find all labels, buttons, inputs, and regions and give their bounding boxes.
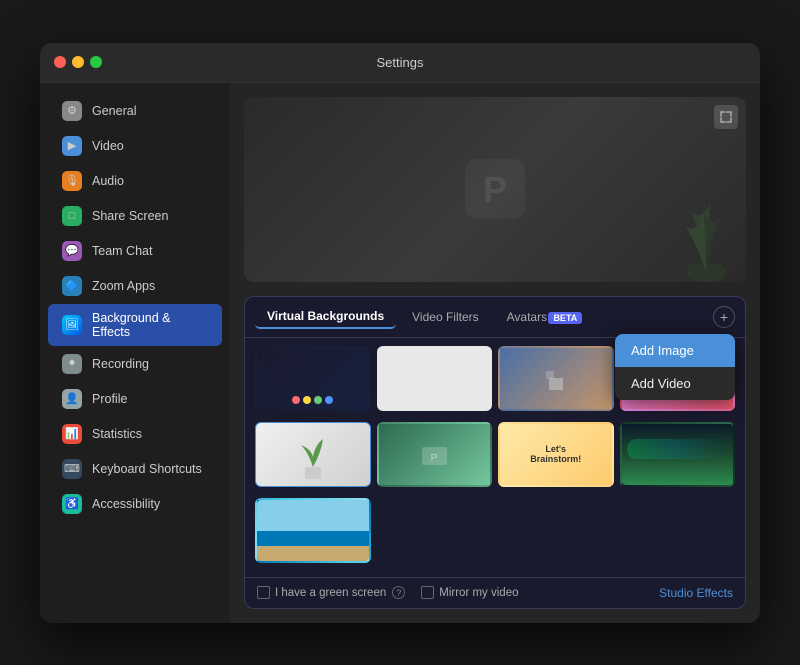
plant-decoration-icon bbox=[646, 152, 726, 282]
sidebar-label-background: Background & Effects bbox=[92, 311, 208, 339]
general-icon: ⚙ bbox=[62, 101, 82, 121]
content-area: ⚙ General ▶ Video 🎙 Audio □ Share Screen… bbox=[40, 83, 760, 623]
sidebar-label-keyboard: Keyboard Shortcuts bbox=[92, 462, 202, 476]
add-video-option[interactable]: Add Video bbox=[615, 367, 735, 400]
water bbox=[257, 531, 369, 546]
sidebar-label-profile: Profile bbox=[92, 392, 127, 406]
background-thumbnail-lets[interactable]: Let'sBrainstorm! bbox=[498, 422, 614, 487]
add-image-option[interactable]: Add Image bbox=[615, 334, 735, 367]
expand-icon bbox=[720, 111, 732, 123]
beta-badge: BETA bbox=[548, 312, 582, 324]
sidebar-label-audio: Audio bbox=[92, 174, 124, 188]
sidebar-label-statistics: Statistics bbox=[92, 427, 142, 441]
keyboard-icon: ⌨ bbox=[62, 459, 82, 479]
sidebar-label-accessibility: Accessibility bbox=[92, 497, 160, 511]
aurora-effect bbox=[627, 439, 729, 459]
mirror-video-checkbox-item[interactable]: Mirror my video bbox=[421, 586, 518, 599]
video-preview-inner: P bbox=[244, 97, 746, 282]
video-preview: P bbox=[244, 97, 746, 282]
team-chat-icon: 💬 bbox=[62, 241, 82, 261]
room-icon bbox=[541, 363, 571, 393]
tab-video-filters[interactable]: Video Filters bbox=[400, 306, 490, 328]
sky bbox=[257, 500, 369, 531]
sidebar-label-recording: Recording bbox=[92, 357, 149, 371]
sidebar-item-statistics[interactable]: 📊 Statistics bbox=[48, 417, 222, 451]
sidebar-label-team-chat: Team Chat bbox=[92, 244, 152, 258]
close-button[interactable] bbox=[54, 56, 66, 68]
mirror-video-checkbox[interactable] bbox=[421, 586, 434, 599]
studio-effects-button[interactable]: Studio Effects bbox=[659, 586, 733, 600]
maximize-button[interactable] bbox=[90, 56, 102, 68]
traffic-lights bbox=[54, 56, 102, 68]
green-screen-checkbox[interactable] bbox=[257, 586, 270, 599]
office-icon: P bbox=[417, 437, 452, 472]
background-thumbnail-room[interactable] bbox=[498, 346, 614, 411]
sidebar-item-general[interactable]: ⚙ General bbox=[48, 94, 222, 128]
minimize-button[interactable] bbox=[72, 56, 84, 68]
svg-text:P: P bbox=[483, 169, 507, 210]
recording-icon: ⏺ bbox=[62, 354, 82, 374]
zoom-logo-icon: P bbox=[460, 154, 530, 224]
add-background-button[interactable]: + bbox=[713, 306, 735, 328]
svg-text:P: P bbox=[430, 453, 437, 464]
video-icon: ▶ bbox=[62, 136, 82, 156]
lets-label: Let'sBrainstorm! bbox=[530, 444, 581, 464]
dot-red bbox=[292, 396, 300, 404]
statistics-icon: 📊 bbox=[62, 424, 82, 444]
colorful-dots bbox=[257, 396, 369, 404]
background-thumbnail-beach[interactable] bbox=[255, 498, 371, 563]
sidebar-item-share-screen[interactable]: □ Share Screen bbox=[48, 199, 222, 233]
mirror-video-label: Mirror my video bbox=[439, 587, 518, 599]
background-icon: 🖼 bbox=[62, 315, 82, 335]
sidebar: ⚙ General ▶ Video 🎙 Audio □ Share Screen… bbox=[40, 83, 230, 623]
sidebar-item-profile[interactable]: 👤 Profile bbox=[48, 382, 222, 416]
settings-window: Settings ⚙ General ▶ Video 🎙 Audio □ Sha… bbox=[40, 43, 760, 623]
tab-virtual-backgrounds[interactable]: Virtual Backgrounds bbox=[255, 305, 396, 329]
plant-thumb-icon bbox=[293, 427, 333, 482]
dot-green bbox=[314, 396, 322, 404]
add-dropdown-menu: Add Image Add Video bbox=[615, 334, 735, 400]
sidebar-item-keyboard[interactable]: ⌨ Keyboard Shortcuts bbox=[48, 452, 222, 486]
audio-icon: 🎙 bbox=[62, 171, 82, 191]
sidebar-label-video: Video bbox=[92, 139, 124, 153]
sand bbox=[257, 546, 369, 561]
bottom-controls: I have a green screen ? Mirror my video … bbox=[245, 577, 745, 608]
sidebar-item-accessibility[interactable]: ♿ Accessibility bbox=[48, 487, 222, 521]
background-thumbnail-plant[interactable] bbox=[255, 422, 371, 487]
background-thumbnail-aurora[interactable] bbox=[620, 422, 736, 487]
sidebar-item-video[interactable]: ▶ Video bbox=[48, 129, 222, 163]
dot-blue bbox=[325, 396, 333, 404]
dot-yellow bbox=[303, 396, 311, 404]
sidebar-item-team-chat[interactable]: 💬 Team Chat bbox=[48, 234, 222, 268]
green-screen-info-icon[interactable]: ? bbox=[392, 586, 405, 599]
avatars-label: Avatars bbox=[507, 310, 547, 324]
profile-icon: 👤 bbox=[62, 389, 82, 409]
expand-video-button[interactable] bbox=[714, 105, 738, 129]
sidebar-item-zoom-apps[interactable]: 🔷 Zoom Apps bbox=[48, 269, 222, 303]
tabs-header: Virtual Backgrounds Video Filters Avatar… bbox=[245, 297, 745, 338]
main-panel: P bbox=[230, 83, 760, 623]
tabs-panel: Virtual Backgrounds Video Filters Avatar… bbox=[244, 296, 746, 609]
background-thumbnail-green-office[interactable]: P bbox=[377, 422, 493, 487]
window-title: Settings bbox=[377, 55, 424, 70]
accessibility-icon: ♿ bbox=[62, 494, 82, 514]
green-screen-checkbox-item[interactable]: I have a green screen bbox=[257, 586, 386, 599]
sidebar-label-general: General bbox=[92, 104, 136, 118]
sidebar-item-audio[interactable]: 🎙 Audio bbox=[48, 164, 222, 198]
share-screen-icon: □ bbox=[62, 206, 82, 226]
sidebar-item-background[interactable]: 🖼 Background & Effects bbox=[48, 304, 222, 346]
sidebar-label-share-screen: Share Screen bbox=[92, 209, 168, 223]
sidebar-label-zoom-apps: Zoom Apps bbox=[92, 279, 155, 293]
title-bar: Settings bbox=[40, 43, 760, 83]
zoom-apps-icon: 🔷 bbox=[62, 276, 82, 296]
background-thumbnail-colorful[interactable] bbox=[255, 346, 371, 411]
sidebar-item-recording[interactable]: ⏺ Recording bbox=[48, 347, 222, 381]
green-screen-label: I have a green screen bbox=[275, 587, 386, 599]
background-thumbnail-white[interactable] bbox=[377, 346, 493, 411]
tab-avatars[interactable]: Avatars BETA bbox=[495, 306, 595, 328]
